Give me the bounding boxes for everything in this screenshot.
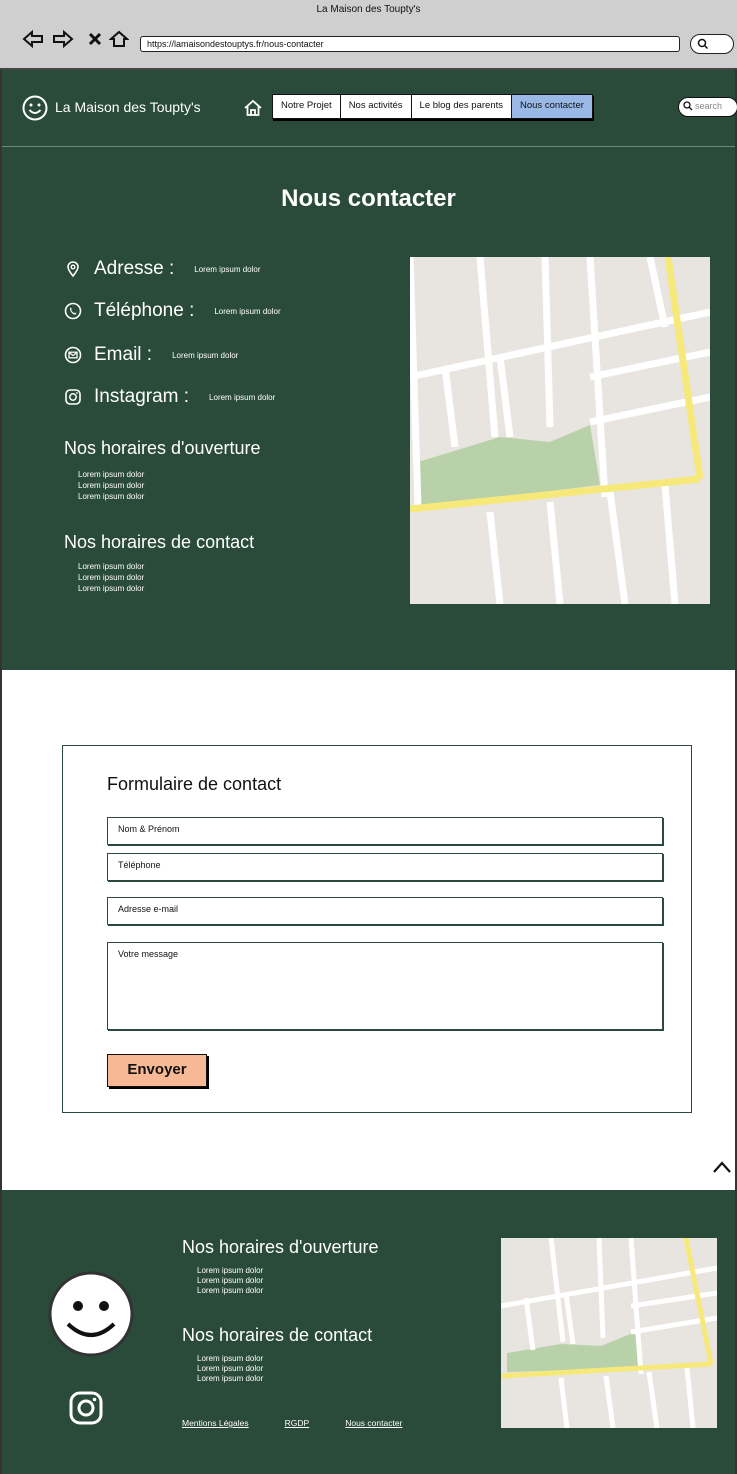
footer-contact-hours-line: Lorem ipsum dolor bbox=[197, 1374, 264, 1383]
close-icon[interactable] bbox=[84, 28, 106, 50]
phone-input[interactable]: Téléphone bbox=[107, 853, 663, 881]
site-logo-text[interactable]: La Maison des Toupty's bbox=[55, 99, 201, 115]
contact-hours-title: Nos horaires de contact bbox=[64, 532, 255, 552]
contact-form: Formulaire de contact Nom & Prénom Télép… bbox=[62, 745, 692, 1113]
contact-email-row: Email : Lorem ipsum dolor bbox=[64, 344, 238, 366]
email-value: Lorem ipsum dolor bbox=[172, 350, 239, 360]
main-navigation: Notre Projet Nos activités Le blog des p… bbox=[272, 94, 593, 119]
search-icon bbox=[683, 101, 693, 111]
footer-location-map[interactable] bbox=[501, 1238, 717, 1428]
contact-hours-line: Lorem ipsum dolor bbox=[78, 573, 145, 582]
footer-opening-hours-line: Lorem ipsum dolor bbox=[197, 1276, 264, 1285]
footer-opening-hours-title: Nos horaires d'ouverture bbox=[182, 1237, 379, 1257]
phone-icon bbox=[64, 302, 82, 320]
search-placeholder: search bbox=[695, 101, 723, 111]
address-value: Lorem ipsum dolor bbox=[194, 264, 261, 274]
instagram-icon bbox=[65, 389, 81, 405]
phone-value: Lorem ipsum dolor bbox=[214, 306, 281, 316]
site-footer: Nos horaires d'ouverture Lorem ipsum dol… bbox=[2, 1190, 735, 1474]
url-bar[interactable]: https://lamaisondestouptys.fr/nous-conta… bbox=[140, 36, 680, 52]
opening-hours-title: Nos horaires d'ouverture bbox=[64, 438, 261, 458]
footer-opening-hours-list: Lorem ipsum dolor Lorem ipsum dolor Lore… bbox=[197, 1266, 263, 1296]
footer-contact-hours-line: Lorem ipsum dolor bbox=[197, 1354, 264, 1363]
email-label: Email : bbox=[94, 344, 153, 365]
nav-item-nos-activites[interactable]: Nos activités bbox=[339, 94, 412, 119]
instagram-value: Lorem ipsum dolor bbox=[209, 392, 276, 402]
instagram-icon[interactable] bbox=[68, 1390, 104, 1426]
nav-item-nous-contacter[interactable]: Nous contacter bbox=[511, 94, 593, 119]
back-arrow-icon[interactable] bbox=[22, 28, 44, 50]
email-icon bbox=[64, 346, 82, 364]
footer-opening-hours-line: Lorem ipsum dolor bbox=[197, 1266, 264, 1275]
location-map[interactable] bbox=[410, 257, 710, 604]
contact-hours-line: Lorem ipsum dolor bbox=[78, 562, 145, 571]
opening-hours-line: Lorem ipsum dolor bbox=[78, 470, 145, 479]
address-label: Adresse : bbox=[94, 258, 175, 279]
location-pin-icon bbox=[67, 261, 79, 278]
footer-contact-hours-list: Lorem ipsum dolor Lorem ipsum dolor Lore… bbox=[197, 1354, 263, 1384]
page-title: Nous contacter bbox=[281, 185, 456, 212]
contact-section: Nous contacter Adresse : Lorem ipsum dol… bbox=[2, 147, 735, 670]
search-icon bbox=[697, 38, 709, 50]
footer-links: Mentions Légales RGDP Nous contacter bbox=[182, 1418, 438, 1428]
nav-item-blog-des-parents[interactable]: Le blog des parents bbox=[410, 94, 512, 119]
message-textarea[interactable]: Votre message bbox=[107, 942, 663, 1030]
site-search-input[interactable]: search bbox=[678, 97, 737, 117]
scroll-to-top-chevron-icon[interactable] bbox=[712, 1160, 732, 1174]
home-icon[interactable] bbox=[242, 97, 264, 119]
footer-link-mentions-legales[interactable]: Mentions Légales bbox=[182, 1418, 249, 1428]
smiley-logo-icon[interactable] bbox=[48, 1270, 134, 1358]
forward-arrow-icon[interactable] bbox=[52, 28, 74, 50]
footer-contact-hours-line: Lorem ipsum dolor bbox=[197, 1364, 264, 1373]
contact-address-row: Adresse : Lorem ipsum dolor bbox=[64, 258, 261, 280]
form-title: Formulaire de contact bbox=[107, 774, 282, 794]
contact-hours-line: Lorem ipsum dolor bbox=[78, 584, 145, 593]
contact-instagram-row: Instagram : Lorem ipsum dolor bbox=[64, 386, 275, 408]
instagram-label: Instagram : bbox=[94, 386, 190, 407]
site-header: La Maison des Toupty's Notre Projet Nos … bbox=[2, 70, 737, 147]
browser-toolbar: La Maison des Toupty's https://lamaisond… bbox=[0, 0, 737, 70]
contact-phone-row: Téléphone : Lorem ipsum dolor bbox=[64, 300, 281, 322]
footer-contact-hours-title: Nos horaires de contact bbox=[182, 1325, 373, 1345]
phone-label: Téléphone : bbox=[94, 300, 195, 321]
email-input[interactable]: Adresse e-mail bbox=[107, 897, 663, 925]
home-icon[interactable] bbox=[108, 28, 130, 50]
footer-opening-hours-line: Lorem ipsum dolor bbox=[197, 1286, 264, 1295]
contact-hours-list: Lorem ipsum dolor Lorem ipsum dolor Lore… bbox=[78, 561, 144, 594]
submit-button[interactable]: Envoyer bbox=[107, 1054, 207, 1087]
browser-search-field[interactable] bbox=[690, 34, 734, 54]
nav-item-notre-projet[interactable]: Notre Projet bbox=[272, 94, 341, 119]
opening-hours-line: Lorem ipsum dolor bbox=[78, 492, 145, 501]
opening-hours-line: Lorem ipsum dolor bbox=[78, 481, 145, 490]
name-input[interactable]: Nom & Prénom bbox=[107, 817, 663, 845]
smiley-logo-icon[interactable] bbox=[22, 95, 48, 121]
opening-hours-list: Lorem ipsum dolor Lorem ipsum dolor Lore… bbox=[78, 469, 144, 502]
footer-link-nous-contacter[interactable]: Nous contacter bbox=[345, 1418, 402, 1428]
footer-link-rgdp[interactable]: RGDP bbox=[285, 1418, 310, 1428]
browser-window-title: La Maison des Toupty's bbox=[316, 4, 421, 15]
